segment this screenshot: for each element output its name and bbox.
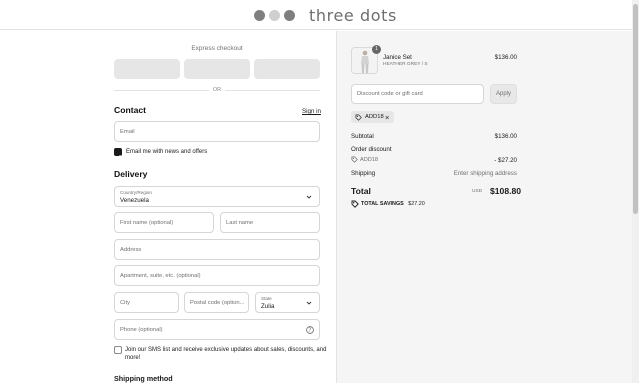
first-name-placeholder: First name (optional) [120,219,174,226]
currency-code: USD [472,189,483,194]
contact-heading: Contact [114,105,146,115]
tag-icon [351,156,358,163]
sms-checkbox-label: Join our SMS list and receive exclusive … [125,347,327,353]
subtotal-label: Subtotal [351,133,374,140]
express-checkout-label: Express checkout [191,45,243,52]
discount-placeholder: Discount code or gift card [357,91,423,97]
total-value: $108.80 [490,186,522,196]
chevron-down-icon [306,195,312,199]
applied-discount-code: ADD18 [360,157,379,163]
product-name: Janice Set [383,54,412,61]
or-label: OR [209,87,225,93]
delivery-heading: Delivery [114,169,148,179]
discount-chip-code: ADD18 [365,114,384,120]
chevron-down-icon [306,301,312,305]
apply-discount-button[interactable]: Apply [490,84,517,104]
first-name-field[interactable]: First name (optional) [114,212,214,233]
checkmark-icon [115,154,121,160]
postal-code-placeholder: Postal code (option... [190,299,245,306]
logo-dot-icon [269,9,280,21]
discount-chip: ADD18 × [351,111,394,123]
svg-text:?: ? [309,328,312,334]
remove-discount-icon[interactable]: × [385,113,389,122]
discount-amount: - $27.20 [494,157,517,164]
discount-code-input[interactable]: Discount code or gift card [351,84,484,104]
state-label: State [261,296,272,301]
phone-field[interactable]: Phone (optional) ? [114,319,320,340]
total-savings: TOTAL SAVINGS $27.20 [361,201,425,207]
logo-dot-icon [284,9,295,21]
last-name-placeholder: Last name [226,219,254,226]
state-value: Zulia [261,303,275,310]
address-field[interactable]: Address [114,239,320,260]
scrollbar-thumb[interactable] [633,4,638,214]
address-placeholder: Address [120,246,142,253]
city-field[interactable]: City [114,292,179,313]
state-select[interactable]: State Zulia [255,292,320,313]
country-label: Country/Region [120,190,152,195]
sign-in-link[interactable]: Sign in [302,108,321,115]
brand-name: three dots [309,5,397,25]
quantity-badge: 1 [372,45,381,54]
sms-checkbox[interactable] [114,346,122,354]
express-pay-button-3[interactable] [254,59,320,79]
order-discount-label: Order discount [351,146,392,153]
email-field[interactable]: Email [114,121,320,142]
total-savings-label: TOTAL SAVINGS [361,201,404,207]
product-variant: HEATHER GREY / S [383,62,428,67]
shipping-label: Shipping [351,170,376,177]
sms-checkbox-label-continued: more! [125,355,141,361]
total-savings-value: $27.20 [408,201,425,207]
phone-placeholder: Phone (optional) [120,326,163,333]
scrollbar[interactable] [632,0,639,383]
news-checkbox[interactable] [114,148,122,160]
country-select[interactable]: Country/Region Venezuela [114,186,320,207]
subtotal-value: $136.00 [494,133,517,140]
apartment-field[interactable]: Apartment, suite, etc. (optional) [114,265,320,286]
help-circle-icon[interactable]: ? [306,326,314,334]
apartment-placeholder: Apartment, suite, etc. (optional) [120,272,201,279]
email-placeholder: Email [120,128,135,135]
last-name-field[interactable]: Last name [220,212,320,233]
tag-icon [355,114,362,121]
shipping-method-heading: Shipping method [114,374,173,383]
country-value: Venezuela [120,197,149,204]
news-checkbox-label: Email me with news and offers [126,149,208,155]
logo-dot-icon [254,9,265,21]
express-pay-button-2[interactable] [184,59,250,79]
express-pay-button-1[interactable] [114,59,180,79]
header: three dots [0,0,632,30]
savings-tag-icon [351,200,359,208]
brand-logo[interactable]: three dots [254,5,397,25]
product-price: $136.00 [494,54,517,61]
city-placeholder: City [120,299,130,306]
shipping-value: Enter shipping address [453,170,517,177]
total-label: Total [351,186,371,196]
postal-code-field[interactable]: Postal code (option... [184,292,249,313]
